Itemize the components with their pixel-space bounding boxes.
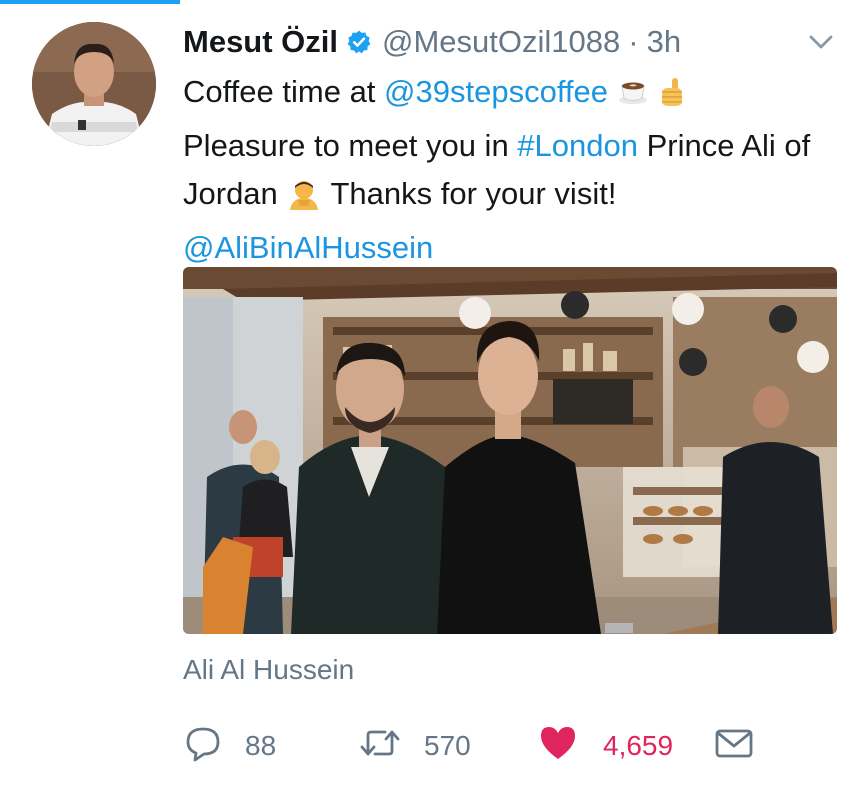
top-progress-bar [0, 0, 180, 4]
reply-icon [183, 723, 223, 770]
avatar[interactable] [32, 22, 156, 146]
chevron-down-icon[interactable] [806, 30, 836, 54]
retweet-count: 570 [424, 730, 471, 761]
mention-link[interactable]: @39stepscoffee [384, 74, 608, 109]
retweet-button[interactable]: 570 [358, 722, 471, 770]
envelope-icon [713, 723, 755, 770]
tweet-text: Coffee time at @39stepscoffee Pleasure t… [183, 68, 833, 272]
like-count: 4,659 [603, 730, 674, 761]
reply-button[interactable]: 88 [183, 722, 276, 770]
tweet-text-part: Thanks for your visit! [322, 176, 617, 211]
coffee-emoji-icon [617, 74, 649, 122]
tagged-user[interactable]: Ali Al Hussein [183, 652, 354, 688]
tweet-text-part: Pleasure to meet you in [183, 128, 518, 163]
thumbs-up-emoji-icon [657, 74, 687, 122]
person-bowing-emoji-icon [286, 176, 322, 224]
tweet-text-part: Coffee time at [183, 74, 385, 109]
tweet-timestamp[interactable]: 3h [647, 22, 681, 62]
mention-link[interactable]: @AliBinAlHussein [183, 230, 433, 265]
tweet-header: Mesut Özil @MesutOzil1088 · 3h [183, 22, 681, 62]
tweet-actions: 88 570 4,659 [183, 722, 823, 770]
user-handle[interactable]: @MesutOzil1088 [382, 22, 620, 62]
reply-count: 88 [245, 730, 277, 761]
hashtag-link[interactable]: #London [517, 128, 638, 163]
direct-message-button[interactable] [713, 722, 755, 770]
verified-badge-icon [346, 29, 372, 55]
display-name[interactable]: Mesut Özil [183, 22, 338, 62]
like-button[interactable]: 4,659 [537, 722, 673, 770]
heart-icon [537, 723, 579, 770]
header-separator: · [628, 24, 639, 59]
retweet-icon [358, 723, 402, 770]
tweet-photo[interactable] [183, 267, 837, 634]
